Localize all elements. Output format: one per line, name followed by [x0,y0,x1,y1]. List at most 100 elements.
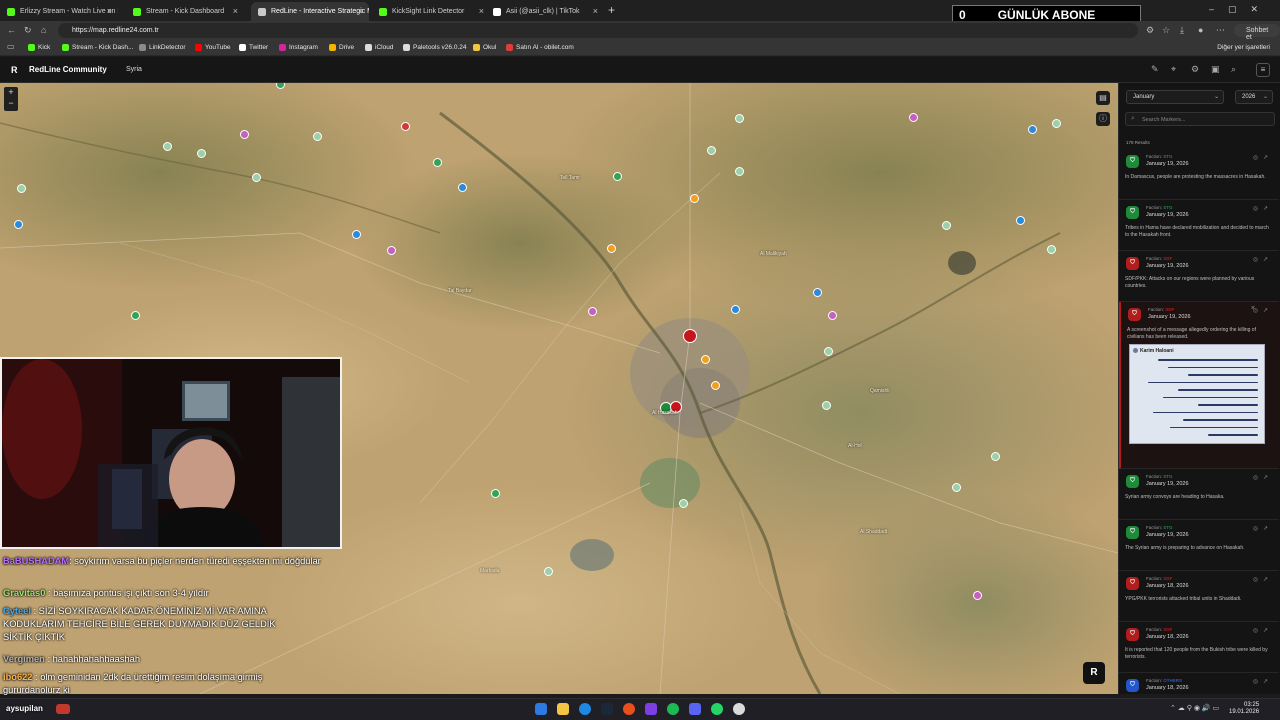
bookmark-item[interactable]: LinkDetector [139,44,186,51]
edge-icon[interactable] [579,703,591,715]
focus-icon[interactable]: ◎ [1253,679,1263,685]
card-actions[interactable]: ◎↗ [1253,627,1273,634]
map-marker-stg[interactable] [252,173,261,182]
event-card[interactable]: ⛉ Faction: STG January 19, 2026 ◎↗ Syrian ar… [1119,469,1279,520]
event-card[interactable]: ⛉ Faction: STG January 19, 2026 ◎↗ In Damasc… [1119,149,1279,200]
event-card[interactable]: ⛉ Faction: STG January 19, 2026 ◎↗ The Syria… [1119,520,1279,571]
focus-icon[interactable]: ◎ [1253,628,1263,634]
map-marker-sdf-large[interactable] [683,329,697,343]
menu-button[interactable]: ≡ [1256,63,1270,77]
taskbar-clock[interactable]: 03:25 19.01.2026 [1229,702,1259,716]
chrome-icon[interactable] [733,703,745,715]
bookmark-star-icon[interactable]: ☆ [1162,25,1170,36]
map-marker-others[interactable] [352,230,361,239]
open-link-icon[interactable]: ↗ [1263,206,1273,212]
other-bookmarks[interactable]: Diğer yer işaretleri [1217,44,1270,51]
map-marker-stg[interactable] [822,401,831,410]
zoom-in-button[interactable]: + [4,87,18,98]
map-marker-stg[interactable] [824,347,833,356]
close-tab-icon[interactable]: × [107,6,112,16]
card-actions[interactable]: ◎↗ [1253,525,1273,532]
map-marker-others[interactable] [1028,125,1037,134]
home-icon[interactable]: ⌂ [41,25,46,35]
map-marker-stg[interactable] [544,567,553,576]
map-marker-stg[interactable] [131,311,140,320]
map-marker-other[interactable] [973,591,982,600]
card-actions[interactable]: ◎↗ [1253,256,1273,263]
open-link-icon[interactable]: ↗ [1263,475,1273,481]
map-marker-stg[interactable] [942,221,951,230]
map-marker-stg[interactable] [1052,119,1061,128]
browser-tab[interactable]: Erlizzy Stream - Watch Live on Kick× [0,2,118,21]
marker-search-input[interactable]: ⌕ Search Markers... [1125,112,1275,126]
map-marker-other[interactable] [909,113,918,122]
map-marker-sdf[interactable] [711,381,720,390]
map-marker-sdf[interactable] [690,194,699,203]
open-link-icon[interactable]: ↗ [1263,526,1273,532]
event-card[interactable]: ⛉ Faction: SDF January 18, 2026 ◎↗ It is rep… [1119,622,1279,673]
browser-icon[interactable] [623,703,635,715]
steam-icon[interactable] [601,703,613,715]
close-tab-icon[interactable]: × [233,6,238,16]
camera-icon[interactable]: ▣ [1211,64,1220,75]
month-select[interactable]: January ⌄ [1126,90,1224,104]
card-actions[interactable]: ◎↗ [1253,474,1273,481]
bookmark-item[interactable]: Okul [473,44,496,51]
close-icon[interactable]: × [1251,305,1255,312]
focus-icon[interactable]: ◎ [1253,257,1263,263]
map-marker-others[interactable] [1016,216,1025,225]
map-marker-stg[interactable] [433,158,442,167]
bookmark-item[interactable]: Kick [28,44,50,51]
card-actions[interactable]: ◎↗ [1253,205,1273,212]
bookmark-item[interactable]: Stream - Kick Dash... [62,44,133,51]
bookmark-item[interactable]: YouTube [195,44,231,51]
year-select[interactable]: 2026 ⌄ [1235,90,1273,104]
open-link-icon[interactable]: ↗ [1263,155,1273,161]
map-marker-other[interactable] [588,307,597,316]
map-marker-sdf[interactable] [607,244,616,253]
map-marker-stg[interactable] [313,132,322,141]
event-card[interactable]: ⛉Faction: OTHERSJanuary 18, 2026◎↗Some S… [1119,673,1279,694]
browser-tab[interactable]: Stream - Kick Dashboard × [126,2,244,21]
map-marker-sdf[interactable] [401,122,410,131]
open-link-icon[interactable]: ↗ [1263,257,1273,263]
system-tray[interactable]: ⌃ ☁ ⚲ ◉ 🔊 ▭ [1170,704,1219,712]
taskbar-widget[interactable]: aysupilan [6,704,43,713]
map-marker-stg[interactable] [163,142,172,151]
event-screenshot[interactable]: Karim Haloani [1129,344,1265,444]
extensions-icon[interactable]: ⚙ [1146,25,1154,36]
map-marker-stg[interactable] [613,172,622,181]
map-marker-stg[interactable] [735,167,744,176]
discord-icon[interactable] [689,703,701,715]
apps-grid-icon[interactable]: ▭ [7,42,15,51]
focus-icon[interactable]: ◎ [1253,206,1263,212]
open-link-icon[interactable]: ↗ [1263,628,1273,634]
back-icon[interactable]: ← [7,25,16,35]
app-icon[interactable] [645,703,657,715]
map-marker-other[interactable] [387,246,396,255]
bookmark-item[interactable]: iCloud [365,44,393,51]
map-marker-stg[interactable] [735,114,744,123]
map-marker-others[interactable] [458,183,467,192]
settings-icon[interactable]: ⚙ [1191,64,1199,75]
map-marker-stg[interactable] [491,489,500,498]
map-marker-other[interactable] [240,130,249,139]
map-marker-stg[interactable] [197,149,206,158]
map-marker-stg[interactable] [707,146,716,155]
bookmark-item[interactable]: Drive [329,44,354,51]
map-marker-others[interactable] [14,220,23,229]
more-menu-icon[interactable]: ⋯ [1216,25,1225,36]
bookmark-item[interactable]: Instagram [279,44,318,51]
map-marker-others[interactable] [731,305,740,314]
focus-icon[interactable]: ◎ [1253,577,1263,583]
whatsapp-icon[interactable] [711,703,723,715]
start-icon[interactable] [535,703,547,715]
file-explorer-icon[interactable] [557,703,569,715]
spotify-icon[interactable] [667,703,679,715]
zoom-out-button[interactable]: − [4,98,18,109]
open-link-icon[interactable]: ↗ [1263,308,1273,314]
bookmark-item[interactable]: Satın Al - obilet.com [506,44,574,51]
thumbnail-icon[interactable] [56,704,70,714]
map-marker-stg[interactable] [1047,245,1056,254]
map-marker-stg[interactable] [952,483,961,492]
